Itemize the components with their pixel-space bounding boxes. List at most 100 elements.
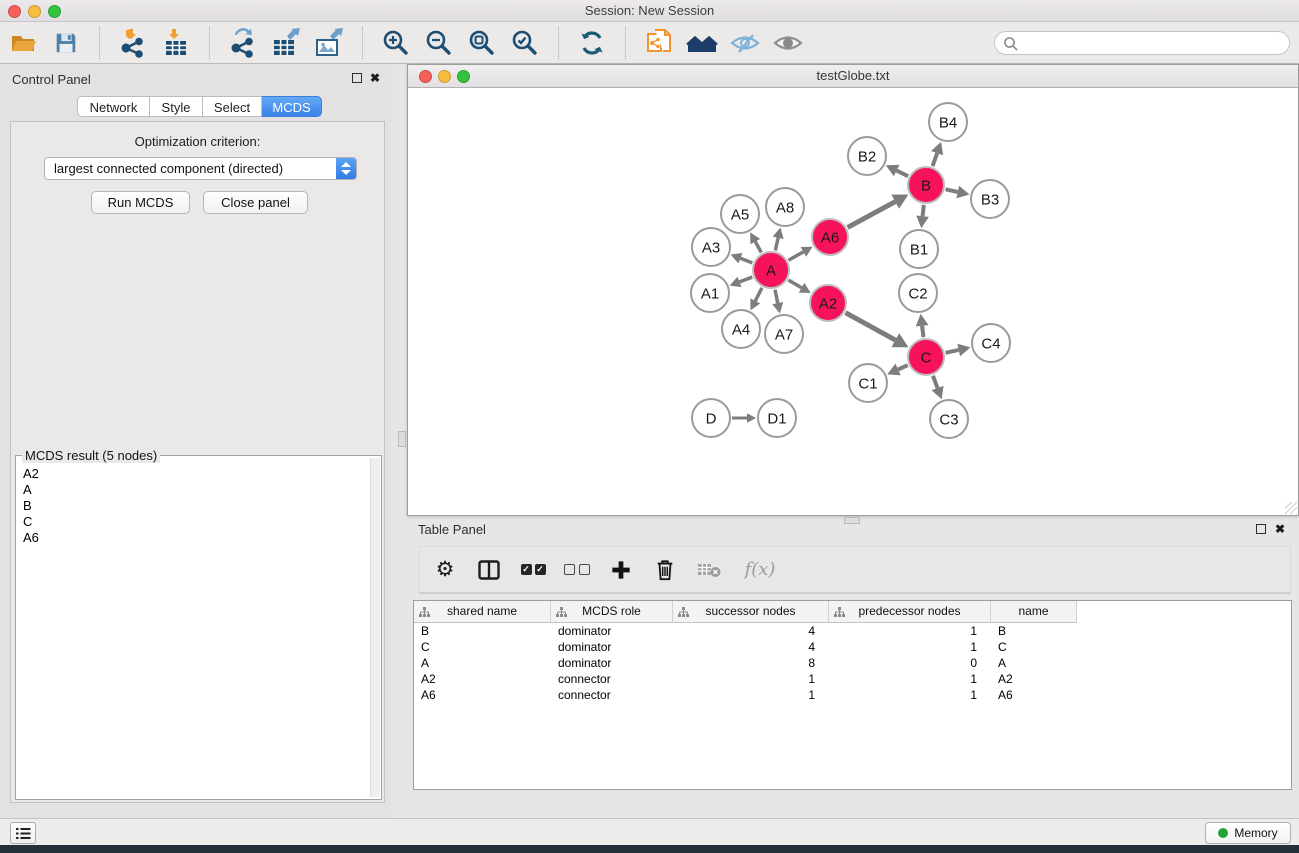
close-panel-button[interactable]: Close panel — [203, 191, 308, 214]
network-window-titlebar[interactable]: testGlobe.txt — [408, 65, 1298, 88]
float-table-panel-icon[interactable] — [1256, 524, 1266, 534]
show-all-button[interactable] — [771, 26, 805, 60]
table-cell[interactable]: connector — [551, 687, 673, 703]
graph-edge-B-B1[interactable] — [923, 205, 924, 216]
save-session-button[interactable] — [49, 26, 83, 60]
graph-edge-A-A1[interactable] — [739, 277, 752, 282]
column-header-name[interactable]: name — [991, 601, 1077, 623]
mcds-result-item[interactable]: A6 — [23, 530, 370, 546]
table-cell[interactable]: 1 — [829, 623, 991, 639]
column-header-mcds-role[interactable]: MCDS role — [551, 601, 673, 623]
table-row[interactable]: A2connector11A2 — [414, 671, 1291, 687]
graph-edge-C-C1[interactable] — [898, 365, 908, 369]
tab-network[interactable]: Network — [77, 96, 150, 117]
zoom-out-button[interactable] — [422, 26, 456, 60]
graph-edge-A2-C[interactable] — [846, 313, 896, 340]
tab-style[interactable]: Style — [150, 96, 203, 117]
table-cell[interactable]: 1 — [829, 639, 991, 655]
zoom-fit-button[interactable] — [465, 26, 499, 60]
clone-network-button[interactable] — [642, 26, 676, 60]
graph-edge-C-C2[interactable] — [922, 326, 923, 337]
column-header-predecessor-nodes[interactable]: predecessor nodes — [829, 601, 991, 623]
graph-edge-A-A4[interactable] — [755, 288, 762, 301]
table-cell[interactable]: A — [414, 655, 551, 671]
tab-mcds[interactable]: MCDS — [262, 96, 322, 117]
add-column-button[interactable] — [606, 555, 636, 585]
run-mcds-button[interactable]: Run MCDS — [91, 191, 190, 214]
refresh-button[interactable] — [575, 26, 609, 60]
graph-edge-B-B2[interactable] — [897, 171, 908, 177]
table-cell[interactable]: dominator — [551, 639, 673, 655]
table-row[interactable]: Cdominator41C — [414, 639, 1291, 655]
table-cell[interactable]: A2 — [414, 671, 551, 687]
network-graph[interactable]: AA1A2A3A4A5A6A7A8BB1B2B3B4CC1C2C3C4DD1 — [408, 88, 1298, 516]
export-image-button[interactable] — [312, 26, 346, 60]
network-resize-grip[interactable] — [1285, 502, 1297, 514]
table-cell[interactable]: B — [991, 623, 1077, 639]
table-cell[interactable]: A6 — [414, 687, 551, 703]
column-header-shared-name[interactable]: shared name — [414, 601, 551, 623]
delete-column-button[interactable] — [650, 555, 680, 585]
result-scrollbar[interactable] — [370, 458, 380, 797]
graph-edge-A-A7[interactable] — [775, 290, 778, 304]
table-cell[interactable]: dominator — [551, 623, 673, 639]
table-cell[interactable]: 4 — [673, 623, 829, 639]
graph-edge-A6-B[interactable] — [848, 202, 896, 228]
select-all-rows-button[interactable]: ✓✓ — [518, 555, 548, 585]
graph-edge-C-C3[interactable] — [933, 376, 938, 388]
table-cell[interactable]: connector — [551, 671, 673, 687]
network-canvas[interactable]: AA1A2A3A4A5A6A7A8BB1B2B3B4CC1C2C3C4DD1 — [408, 88, 1298, 515]
table-row[interactable]: Bdominator41B — [414, 623, 1291, 639]
column-header-successor-nodes[interactable]: successor nodes — [673, 601, 829, 623]
close-panel-icon[interactable]: ✖ — [370, 71, 380, 85]
import-network-button[interactable] — [116, 26, 150, 60]
deselect-all-rows-button[interactable] — [562, 555, 592, 585]
table-cell[interactable]: 8 — [673, 655, 829, 671]
export-network-button[interactable] — [226, 26, 260, 60]
table-cell[interactable]: 1 — [829, 687, 991, 703]
graph-edge-B-B3[interactable] — [946, 189, 958, 192]
graph-edge-B-B4[interactable] — [933, 153, 938, 166]
graph-edge-A-A5[interactable] — [755, 242, 761, 253]
open-session-button[interactable] — [6, 26, 40, 60]
split-divider-vertical-grip[interactable] — [398, 431, 406, 447]
table-cell[interactable]: 1 — [829, 671, 991, 687]
delete-table-button[interactable] — [694, 555, 724, 585]
graph-edge-A-A3[interactable] — [740, 258, 752, 263]
hide-selected-button[interactable] — [728, 26, 762, 60]
table-cell[interactable]: A6 — [991, 687, 1077, 703]
mcds-result-item[interactable]: C — [23, 514, 370, 530]
show-columns-button[interactable] — [474, 555, 504, 585]
function-builder-button[interactable]: f(x) — [738, 555, 782, 585]
graph-edge-A-A2[interactable] — [788, 280, 801, 288]
table-cell[interactable]: A — [991, 655, 1077, 671]
zoom-in-button[interactable] — [379, 26, 413, 60]
table-cell[interactable]: C — [991, 639, 1077, 655]
mcds-result-item[interactable]: A — [23, 482, 370, 498]
table-cell[interactable]: 1 — [673, 687, 829, 703]
graph-edge-C-C4[interactable] — [946, 350, 959, 353]
zoom-selected-button[interactable] — [508, 26, 542, 60]
search-input[interactable] — [1023, 33, 1281, 53]
criterion-dropdown[interactable]: largest connected component (directed) — [44, 157, 357, 180]
home-button[interactable] — [685, 26, 719, 60]
table-cell[interactable]: C — [414, 639, 551, 655]
memory-button[interactable]: Memory — [1205, 822, 1291, 844]
table-cell[interactable]: 0 — [829, 655, 991, 671]
table-cell[interactable]: 4 — [673, 639, 829, 655]
table-cell[interactable]: B — [414, 623, 551, 639]
close-table-panel-icon[interactable]: ✖ — [1275, 522, 1285, 536]
table-row[interactable]: Adominator80A — [414, 655, 1291, 671]
import-table-button[interactable] — [159, 26, 193, 60]
float-panel-icon[interactable] — [352, 73, 362, 83]
table-settings-button[interactable]: ⚙ — [430, 555, 460, 585]
mcds-result-item[interactable]: B — [23, 498, 370, 514]
graph-edge-A-A8[interactable] — [775, 238, 778, 251]
export-table-button[interactable] — [269, 26, 303, 60]
table-row[interactable]: A6connector11A6 — [414, 687, 1291, 703]
task-history-button[interactable] — [10, 822, 36, 844]
tab-select[interactable]: Select — [203, 96, 262, 117]
mcds-result-item[interactable]: A2 — [23, 466, 370, 482]
table-cell[interactable]: 1 — [673, 671, 829, 687]
search-field[interactable] — [994, 31, 1290, 55]
